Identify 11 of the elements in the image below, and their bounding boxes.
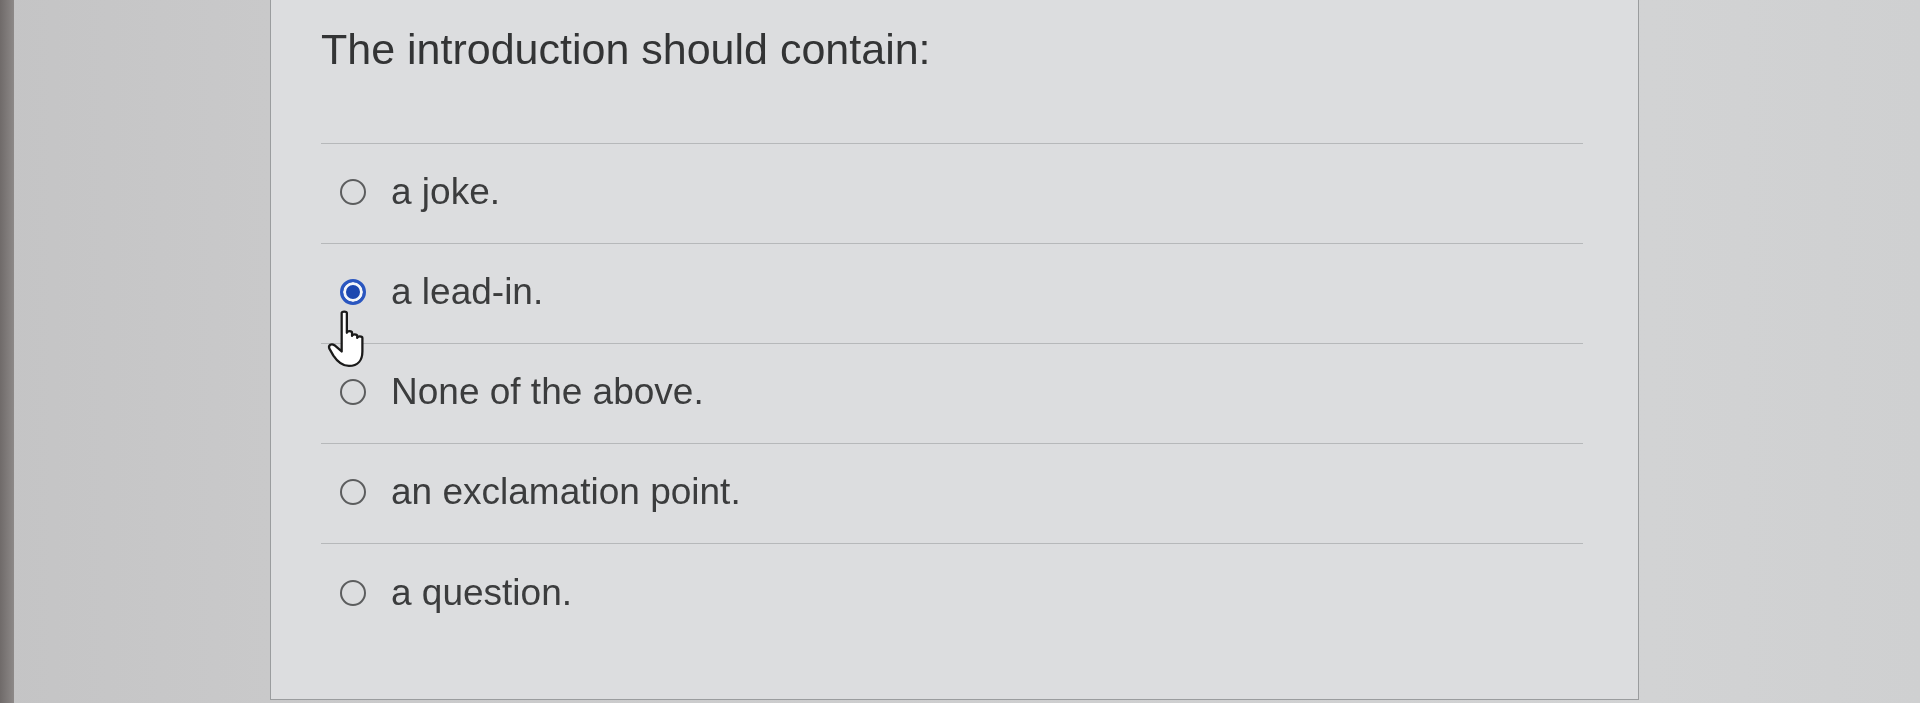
option-label[interactable]: a question. — [391, 570, 573, 615]
question-text: The introduction should contain: — [321, 25, 931, 73]
radio-button[interactable] — [340, 479, 366, 505]
option-label[interactable]: a joke. — [391, 170, 500, 214]
radio-button[interactable] — [340, 279, 366, 305]
option-label[interactable]: a lead-in. — [391, 270, 544, 314]
radio-button[interactable] — [340, 379, 366, 405]
option-label[interactable]: an exclamation point. — [391, 470, 741, 514]
option-label[interactable]: None of the above. — [391, 370, 704, 414]
radio-button[interactable] — [340, 579, 366, 606]
radio-button[interactable] — [340, 179, 366, 205]
